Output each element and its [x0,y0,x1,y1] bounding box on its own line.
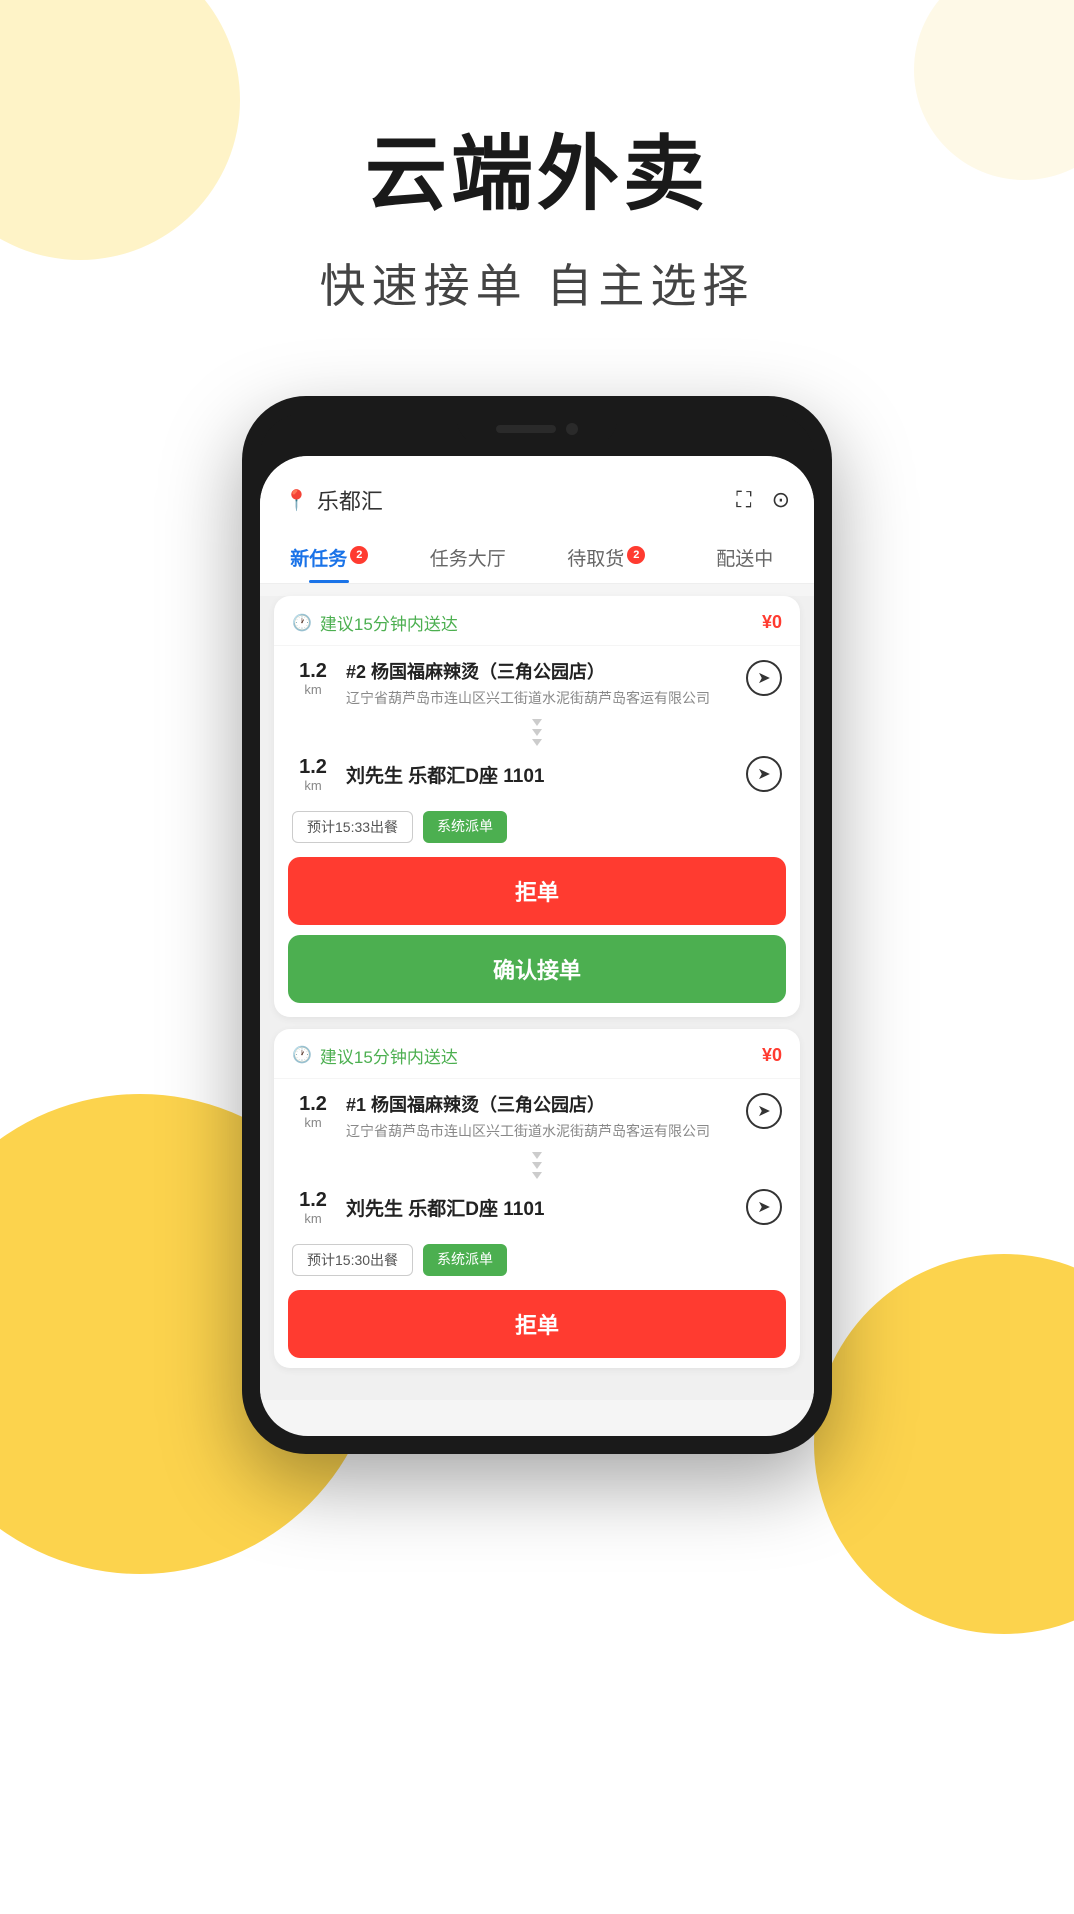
order-1-tag-time: 预计15:33出餐 [292,811,413,843]
order-2-price: ¥0 [762,1045,782,1066]
tab-new-tasks-badge: 2 [350,546,368,564]
tab-delivering-label: 配送中 [716,549,773,570]
arrow-down-5 [532,1162,542,1169]
arrow-down-2 [532,729,542,736]
order-card-2: 🕐 建议15分钟内送达 ¥0 1.2 km #1 杨国福麻辣烫（三角公园店） [274,1029,800,1368]
phone-notch [457,414,617,444]
tab-task-hall-label: 任务大厅 [430,549,506,570]
order-2-reject-button[interactable]: 拒单 [288,1290,786,1358]
order-1-header: 🕐 建议15分钟内送达 ¥0 [274,596,800,646]
order-1-delivery-distance: 1.2 km [292,756,334,793]
tab-new-tasks-label: 新任务 [290,549,347,570]
order-1-pickup-info: #2 杨国福麻辣烫（三角公园店） 辽宁省葫芦岛市连山区兴工街道水泥街葫芦岛客运有… [346,660,734,709]
order-2-restaurant-address: 辽宁省葫芦岛市连山区兴工街道水泥街葫芦岛客运有限公司 [346,1122,734,1142]
order-1-tags: 预计15:33出餐 系统派单 [274,807,800,857]
phone-frame: 📍 乐都汇 ⛶ ⊙ 新任务2 任务大厅 待取货2 [242,396,832,1454]
orders-container: 🕐 建议15分钟内送达 ¥0 1.2 km #2 杨国福麻辣烫（三角公园店） [260,596,814,1400]
order-2-tag-system: 系统派单 [423,1244,507,1276]
screen-top-bar: 📍 乐都汇 ⛶ ⊙ [260,456,814,530]
order-1-pickup-row: 1.2 km #2 杨国福麻辣烫（三角公园店） 辽宁省葫芦岛市连山区兴工街道水泥… [274,646,800,715]
phone-notch-bar [260,414,814,456]
order-2-divider [274,1148,800,1183]
order-1-accept-button[interactable]: 确认接单 [288,935,786,1003]
arrow-down-4 [532,1152,542,1159]
order-2-pickup-row: 1.2 km #1 杨国福麻辣烫（三角公园店） 辽宁省葫芦岛市连山区兴工街道水泥… [274,1079,800,1148]
phone-wrapper: 📍 乐都汇 ⛶ ⊙ 新任务2 任务大厅 待取货2 [0,376,1074,1454]
order-2-delivery-row: 1.2 km 刘先生 乐都汇D座 1101 ➤ [274,1183,800,1240]
notch-speaker [496,425,556,433]
header-section: 云端外卖 快速接单 自主选择 [0,0,1074,376]
arrow-down-1 [532,719,542,726]
order-2-pickup-distance: 1.2 km [292,1093,334,1130]
order-1-suggestion: 建议15分钟内送达 [320,610,458,635]
order-1-customer-name: 刘先生 乐都汇D座 1101 [346,761,734,788]
order-1-price: ¥0 [762,612,782,633]
order-1-pickup-distance: 1.2 km [292,660,334,697]
expand-icon[interactable]: ⛶ [736,487,751,513]
app-title: 云端外卖 [0,130,1074,220]
location-name: 乐都汇 [317,484,383,516]
tabs-bar: 新任务2 任务大厅 待取货2 配送中 [260,530,814,584]
order-1-delivery-row: 1.2 km 刘先生 乐都汇D座 1101 ➤ [274,750,800,807]
arrow-down-3 [532,739,542,746]
clock-icon-1: 🕐 [292,613,312,633]
tab-delivering[interactable]: 配送中 [676,530,815,583]
tab-pending-pickup-badge: 2 [627,546,645,564]
order-1-pickup-nav-icon[interactable]: ➤ [746,660,782,696]
phone-screen: 📍 乐都汇 ⛶ ⊙ 新任务2 任务大厅 待取货2 [260,456,814,1436]
order-1-restaurant-name: #2 杨国福麻辣烫（三角公园店） [346,660,734,685]
location-bar: 📍 乐都汇 ⛶ ⊙ [284,472,790,530]
order-2-pickup-nav-icon[interactable]: ➤ [746,1093,782,1129]
order-1-reject-button[interactable]: 拒单 [288,857,786,925]
order-2-header: 🕐 建议15分钟内送达 ¥0 [274,1029,800,1079]
arrow-down-6 [532,1172,542,1179]
order-2-suggestion: 建议15分钟内送达 [320,1043,458,1068]
order-1-restaurant-address: 辽宁省葫芦岛市连山区兴工街道水泥街葫芦岛客运有限公司 [346,689,734,709]
tab-new-tasks[interactable]: 新任务2 [260,530,399,583]
order-1-tag-system: 系统派单 [423,811,507,843]
bottom-space [260,1380,814,1400]
tab-task-hall[interactable]: 任务大厅 [399,530,538,583]
order-2-customer-name: 刘先生 乐都汇D座 1101 [346,1194,734,1221]
order-2-header-left: 🕐 建议15分钟内送达 [292,1043,458,1068]
order-2-pickup-info: #1 杨国福麻辣烫（三角公园店） 辽宁省葫芦岛市连山区兴工街道水泥街葫芦岛客运有… [346,1093,734,1142]
tab-pending-pickup[interactable]: 待取货2 [537,530,676,583]
order-2-delivery-distance: 1.2 km [292,1189,334,1226]
location-left: 📍 乐都汇 [284,484,383,516]
order-2-delivery-nav-icon[interactable]: ➤ [746,1189,782,1225]
order-2-tags: 预计15:30出餐 系统派单 [274,1240,800,1290]
order-2-restaurant-name: #1 杨国福麻辣烫（三角公园店） [346,1093,734,1118]
location-right: ⛶ ⊙ [736,487,790,513]
order-card-1: 🕐 建议15分钟内送达 ¥0 1.2 km #2 杨国福麻辣烫（三角公园店） [274,596,800,1017]
order-2-tag-time: 预计15:30出餐 [292,1244,413,1276]
location-pin-icon: 📍 [284,488,309,513]
tab-pending-pickup-label: 待取货 [567,549,624,570]
order-1-delivery-nav-icon[interactable]: ➤ [746,756,782,792]
app-subtitle: 快速接单 自主选择 [0,250,1074,316]
target-icon[interactable]: ⊙ [772,487,790,513]
order-1-divider [274,715,800,750]
order-1-header-left: 🕐 建议15分钟内送达 [292,610,458,635]
clock-icon-2: 🕐 [292,1045,312,1065]
notch-camera [566,423,578,435]
